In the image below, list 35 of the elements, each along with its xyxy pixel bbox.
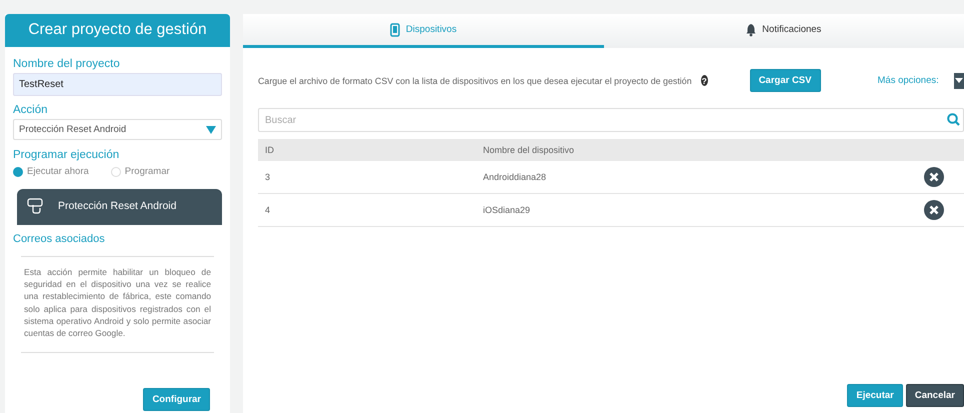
field-label: Programar ejecución xyxy=(13,149,120,161)
action-dropdown[interactable]: Protección Reset Android xyxy=(13,119,222,140)
table-cell-text: Androiddiana28 xyxy=(483,172,548,182)
panel-title: Crear proyecto de gestión xyxy=(5,14,230,47)
upload-csv-button[interactable]: Cargar CSV xyxy=(750,69,820,92)
search-icon xyxy=(947,113,960,126)
column-header: Nombre del dispositivo xyxy=(483,145,576,155)
tab[interactable]: Dispositivos xyxy=(243,14,604,48)
radio-option[interactable]: Programar xyxy=(110,166,170,177)
radio-option[interactable]: Ejecutar ahora xyxy=(13,166,89,177)
tab[interactable]: Notificaciones xyxy=(604,14,964,48)
project-name-field[interactable]: TestReset xyxy=(13,73,222,96)
radio-button[interactable] xyxy=(13,166,23,176)
table-cell-text: iOSdiana29 xyxy=(483,205,532,215)
table-cell-text: 4 xyxy=(265,205,272,215)
footer-button[interactable]: Ejecutar xyxy=(847,384,903,407)
action-card-title: Protección Reset Android xyxy=(58,200,176,212)
dropdown-button[interactable] xyxy=(954,72,964,88)
instructions-text: Cargue el archivo de formato CSV con la lista de dispositivos en los que desea ejecutar el proyecto de gestión xyxy=(258,76,692,86)
section-title: Correos asociados xyxy=(13,233,106,245)
remove-icon[interactable] xyxy=(924,167,944,187)
column-header: ID xyxy=(265,145,275,155)
bell-icon xyxy=(746,22,756,36)
more-options-link[interactable]: Más opciones: xyxy=(878,75,939,86)
configure-button[interactable]: Configurar xyxy=(143,388,210,411)
phone-icon xyxy=(390,22,400,36)
dropdown-caret-icon xyxy=(206,126,216,134)
footer-button[interactable]: Cancelar xyxy=(906,384,964,407)
field-label: Acción xyxy=(13,104,49,116)
description-text: Esta acción permite habilitar un bloqueo de seguridad en el dispositivo una vez se realice una restablecimiento de fábrica, este comando solo aplica para dispositivos registrados con el sistema operativo Android y solo permite asociar cuentas de correo Google. xyxy=(24,266,211,340)
help-icon[interactable]: ? xyxy=(700,75,708,86)
remove-icon[interactable] xyxy=(924,200,944,220)
table-cell-text: 3 xyxy=(265,172,272,182)
search-field[interactable]: Buscar xyxy=(258,108,964,132)
field-label: Nombre del proyecto xyxy=(13,58,121,70)
